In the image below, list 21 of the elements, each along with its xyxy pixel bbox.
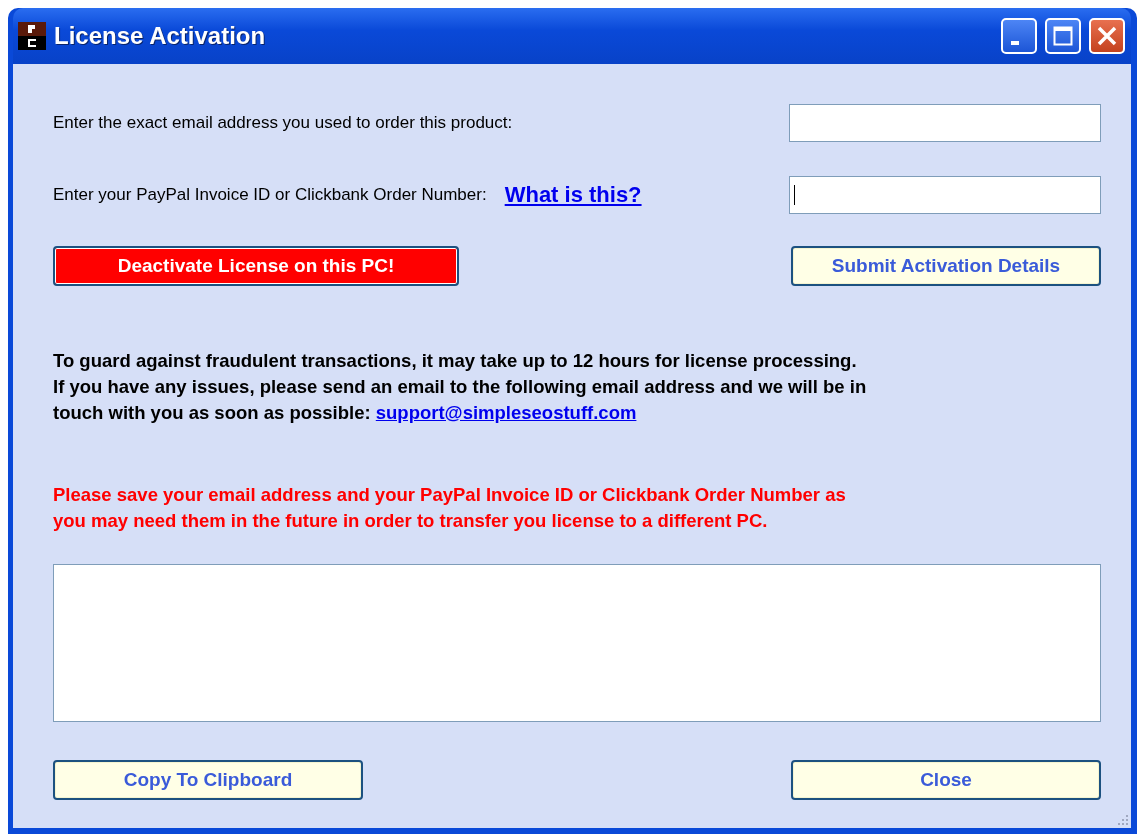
minimize-icon bbox=[1011, 41, 1019, 45]
field-label: Enter the exact email address you used to order this product: bbox=[53, 113, 513, 133]
deactivate-button[interactable]: Deactivate License on this PC! bbox=[53, 246, 459, 286]
close-icon bbox=[1097, 26, 1117, 46]
info-text: To guard against fraudulent transactions, it may take up to 12 hours for license processing. If you have any issues, please send an email to the following email address and we will be in touch with you as soon as possible: support@simpleseostuff.com bbox=[53, 349, 868, 425]
minimize-button[interactable] bbox=[1001, 18, 1037, 54]
window-title: License Activation bbox=[54, 22, 267, 50]
maximize-icon bbox=[1053, 26, 1073, 46]
email-link[interactable]: support@simpleseostuff.com bbox=[375, 402, 637, 423]
app-icon bbox=[18, 22, 46, 50]
close-button[interactable] bbox=[1089, 18, 1125, 54]
input-field[interactable] bbox=[789, 176, 1101, 214]
input-field[interactable] bbox=[789, 104, 1101, 142]
copy-button[interactable]: Copy To Clipboard bbox=[53, 760, 363, 800]
resize-grip-icon[interactable] bbox=[1115, 812, 1129, 826]
help-link[interactable]: What is this? bbox=[504, 182, 642, 208]
field-label: Enter your PayPal Invoice ID or Clickbank Order Number: bbox=[53, 185, 487, 205]
close-button[interactable]: Close bbox=[791, 760, 1101, 800]
submit-button[interactable]: Submit Activation Details bbox=[791, 246, 1101, 286]
maximize-button[interactable] bbox=[1045, 18, 1081, 54]
warning-text: Please save your email address and your PayPal Invoice ID or Clickbank Order Number as you may need them in the future in order to transfer you license to a different PC. bbox=[53, 483, 847, 533]
